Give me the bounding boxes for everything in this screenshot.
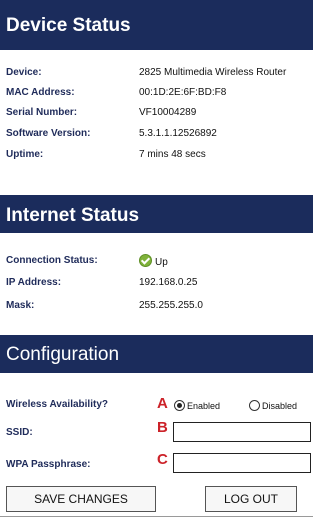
mask-label: Mask: xyxy=(6,300,35,311)
wpa-passphrase-input[interactable] xyxy=(173,453,311,473)
radio-enabled-label: Enabled xyxy=(187,401,221,411)
device-value: 2825 Multimedia Wireless Router xyxy=(139,67,287,78)
internet-status-header: Internet Status xyxy=(0,195,313,233)
connection-status-value: Up xyxy=(155,257,168,268)
radio-disabled-indicator[interactable] xyxy=(249,400,260,411)
radio-disabled-label: Disabled xyxy=(262,401,298,411)
marker-a: A xyxy=(157,395,168,412)
device-status-header: Device Status xyxy=(0,0,313,50)
connection-status-label: Connection Status: xyxy=(6,255,98,266)
ssid-label: SSID: xyxy=(6,427,33,438)
device-label: Device: xyxy=(6,67,42,78)
marker-b: B xyxy=(157,419,168,436)
marker-c: C xyxy=(157,451,168,468)
ip-address-label: IP Address: xyxy=(6,277,62,288)
software-version-value: 5.3.1.1.12526892 xyxy=(139,128,217,139)
log-out-button[interactable]: LOG OUT xyxy=(205,486,297,512)
mac-address-row: MAC Address: 00:1D:2E:6F:BD:F8 xyxy=(6,86,311,100)
device-row: Device: 2825 Multimedia Wireless Router xyxy=(6,66,311,80)
mask-row: Mask: 255.255.255.0 xyxy=(6,299,311,313)
ip-address-value: 192.168.0.25 xyxy=(139,277,198,288)
save-changes-button[interactable]: SAVE CHANGES xyxy=(6,486,156,512)
uptime-label: Uptime: xyxy=(6,149,44,160)
serial-number-row: Serial Number: VF10004289 xyxy=(6,106,311,120)
software-version-label: Software Version: xyxy=(6,128,91,139)
wpa-passphrase-label: WPA Passphrase: xyxy=(6,459,91,470)
configuration-header: Configuration xyxy=(0,335,313,373)
mask-value: 255.255.255.0 xyxy=(139,300,203,311)
serial-number-value: VF10004289 xyxy=(139,107,197,118)
mac-address-value: 00:1D:2E:6F:BD:F8 xyxy=(139,87,227,98)
connection-status-row: Connection Status: Up xyxy=(6,254,311,268)
wireless-availability-label: Wireless Availability? xyxy=(6,399,108,410)
bottom-divider xyxy=(0,516,313,517)
radio-enabled-indicator[interactable] xyxy=(174,400,185,411)
software-version-row: Software Version: 5.3.1.1.12526892 xyxy=(6,127,311,141)
radio-enabled[interactable]: Enabled xyxy=(174,400,220,411)
uptime-row: Uptime: 7 mins 48 secs xyxy=(6,148,311,162)
ip-address-row: IP Address: 192.168.0.25 xyxy=(6,276,311,290)
ssid-input[interactable] xyxy=(173,422,311,442)
router-status-panel: Device Status Device: 2825 Multimedia Wi… xyxy=(0,0,313,521)
mac-address-label: MAC Address: xyxy=(6,87,75,98)
check-circle-icon xyxy=(139,254,152,267)
uptime-value: 7 mins 48 secs xyxy=(139,149,206,160)
radio-disabled[interactable]: Disabled xyxy=(249,400,297,411)
serial-number-label: Serial Number: xyxy=(6,107,78,118)
